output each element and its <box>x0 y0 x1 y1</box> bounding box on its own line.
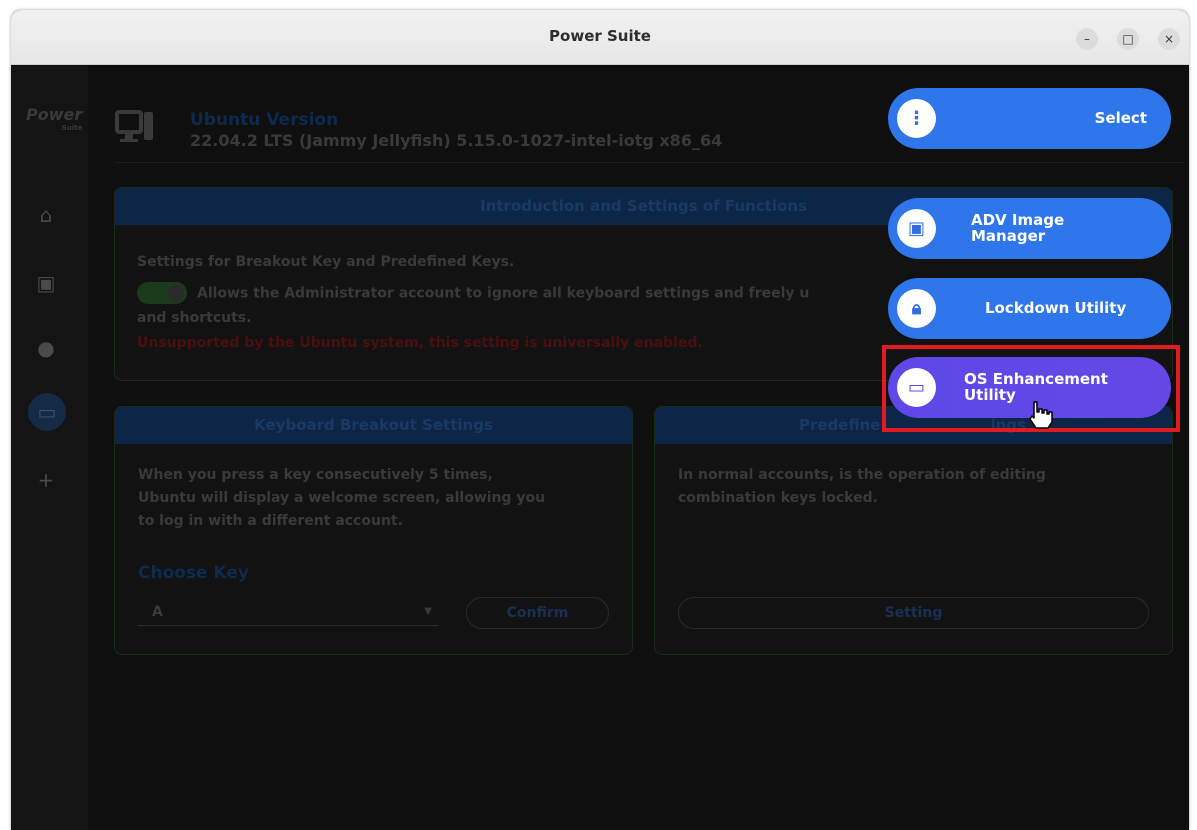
key-select[interactable]: A ▼ <box>138 599 438 626</box>
sidebar: Power Suite ⌂ ▣ ● ▭ + <box>11 65 88 830</box>
add-icon[interactable]: + <box>31 465 61 495</box>
minimize-button[interactable]: – <box>1076 28 1098 50</box>
key-select-value: A <box>152 604 163 620</box>
breakout-panel: Keyboard Breakout Settings When you pres… <box>114 406 633 655</box>
unsupported-warning: Unsupported by the Ubuntu system, this s… <box>137 335 703 351</box>
setting-button[interactable]: Setting <box>678 597 1149 629</box>
version-value: 22.04.2 LTS (Jammy Jellyfish) 5.15.0-102… <box>190 131 723 150</box>
title-bar[interactable]: Power Suite – □ × <box>11 10 1189 65</box>
admin-toggle-row: Allows the Administrator account to igno… <box>137 282 809 304</box>
adv-image-manager-button[interactable]: ▣ ADV Image Manager <box>888 198 1171 259</box>
chevron-down-icon: ▼ <box>424 606 432 617</box>
app-body: Power Suite ⌂ ▣ ● ▭ + Ubuntu Version 22.0… <box>11 65 1189 830</box>
breakout-text-2: Ubuntu will display a welcome screen, al… <box>138 490 546 506</box>
breakout-panel-title: Keyboard Breakout Settings <box>115 407 632 444</box>
keyboard-icon[interactable]: ▭ <box>28 393 66 431</box>
choose-key-label: Choose Key <box>138 563 249 583</box>
adv-image-manager-label: ADV Image Manager <box>971 210 1065 245</box>
header-divider <box>114 162 1184 163</box>
breakout-text-3: to log in with a different account. <box>138 513 403 529</box>
app-logo: Power Suite <box>26 105 83 132</box>
main-content: Ubuntu Version 22.04.2 LTS (Jammy Jellyf… <box>88 65 1189 830</box>
image-settings-icon: ▣ <box>897 209 936 248</box>
lockdown-utility-button[interactable]: 🔒︎ Lockdown Utility <box>888 278 1171 339</box>
admin-toggle-label: Allows the Administrator account to igno… <box>197 285 810 302</box>
computer-icon <box>115 110 153 142</box>
predefined-text-1: In normal accounts, is the operation of … <box>678 467 1046 483</box>
window-title: Power Suite <box>549 27 651 45</box>
admin-override-toggle[interactable] <box>137 282 187 304</box>
maximize-button[interactable]: □ <box>1117 28 1139 50</box>
intro-description-cont: and shortcuts. <box>137 310 252 326</box>
breakout-text-1: When you press a key consecutively 5 tim… <box>138 467 493 483</box>
lockdown-utility-label: Lockdown Utility <box>985 298 1127 317</box>
close-button[interactable]: × <box>1158 28 1180 50</box>
select-menu-button[interactable]: ⋮ Select <box>888 88 1171 149</box>
version-title: Ubuntu Version <box>190 110 339 130</box>
more-vertical-icon: ⋮ <box>897 99 936 138</box>
hand-cursor-icon <box>1029 401 1053 429</box>
intro-heading: Settings for Breakout Key and Predefined… <box>137 254 515 270</box>
home-icon[interactable]: ⌂ <box>31 200 61 230</box>
lock-icon[interactable]: ● <box>31 333 61 363</box>
device-icon[interactable]: ▣ <box>31 268 61 298</box>
predefined-text-2: combination keys locked. <box>678 490 878 506</box>
predefined-panel: Predefine ings In normal accounts, is the… <box>654 406 1173 655</box>
select-label: Select <box>1094 108 1147 127</box>
lock-settings-icon: 🔒︎ <box>897 289 936 328</box>
confirm-button[interactable]: Confirm <box>466 597 609 629</box>
